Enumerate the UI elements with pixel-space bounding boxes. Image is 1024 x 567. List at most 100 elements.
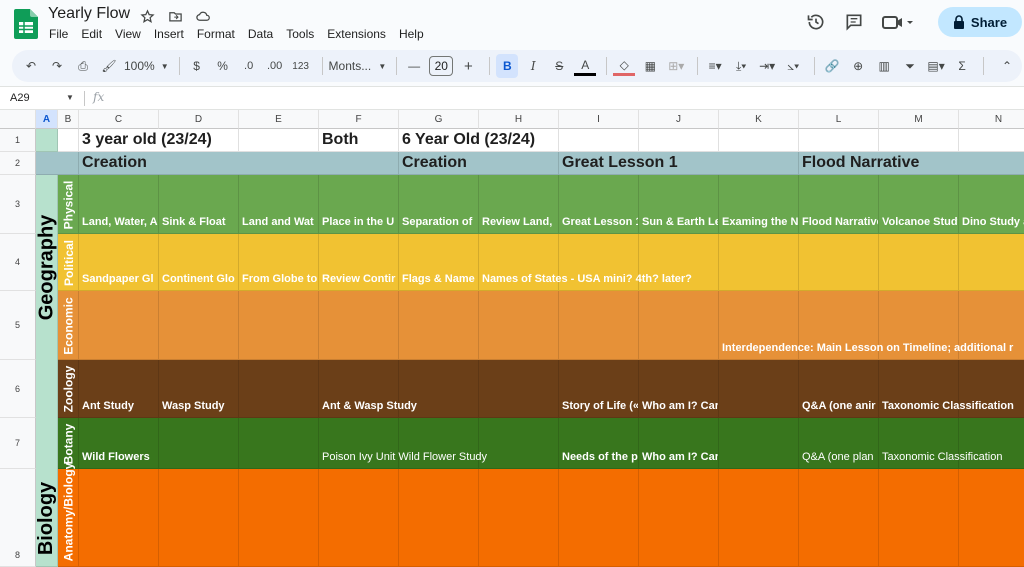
menu-view[interactable]: View [115, 27, 141, 41]
share-button[interactable]: Share [938, 7, 1022, 37]
borders-icon[interactable]: ▦ [639, 54, 661, 78]
increase-font-size-icon[interactable]: + [457, 54, 479, 78]
paint-format-icon[interactable]: 🖌 [98, 54, 120, 78]
cell-k4[interactable] [719, 234, 799, 291]
menu-extensions[interactable]: Extensions [327, 27, 386, 41]
cell-g1[interactable]: 6 Year Old (23/24) [399, 129, 559, 152]
cell-k7[interactable] [719, 418, 799, 469]
sheets-logo-icon[interactable] [14, 9, 38, 39]
cell-i8[interactable] [559, 469, 639, 567]
cell-f6[interactable]: Ant & Wasp Study [319, 360, 417, 418]
cell-j6[interactable]: Who am I? Cards [639, 360, 719, 418]
cell-g3[interactable]: Separation of [399, 175, 479, 234]
cell-h3[interactable]: Review Land, [479, 175, 559, 234]
column-header-h[interactable]: H [479, 110, 559, 129]
text-rotation-icon[interactable]: ⦣▾ [782, 54, 804, 78]
row-header-3[interactable]: 3 [0, 175, 36, 234]
column-header-j[interactable]: J [639, 110, 719, 129]
insert-comment-icon[interactable]: ⊕ [847, 54, 869, 78]
column-header-a[interactable]: A [36, 110, 58, 129]
italic-icon[interactable]: I [522, 54, 544, 78]
menu-insert[interactable]: Insert [154, 27, 184, 41]
column-header-k[interactable]: K [719, 110, 799, 129]
history-icon[interactable] [804, 11, 828, 33]
text-wrapping-icon[interactable]: ⇥▾ [756, 54, 778, 78]
star-icon[interactable] [138, 7, 156, 25]
column-header-g[interactable]: G [399, 110, 479, 129]
filter-icon[interactable]: ⏷ [899, 54, 921, 78]
decrease-decimal-button[interactable]: .0 [238, 54, 260, 78]
cell-h5[interactable] [479, 291, 559, 360]
cell-b1[interactable] [58, 129, 79, 152]
increase-decimal-button[interactable]: .00 [264, 54, 286, 78]
filter-views-icon[interactable]: ▤▾ [925, 54, 947, 78]
cell-e8[interactable] [239, 469, 319, 567]
cell-m7[interactable]: Taxonomic Classification [879, 418, 1002, 469]
cell-j1[interactable] [639, 129, 719, 152]
column-header-b[interactable]: B [58, 110, 79, 129]
merge-cells-icon[interactable]: ⊞▾ [665, 54, 687, 78]
cell-j8[interactable] [639, 469, 719, 567]
cell-c5[interactable] [79, 291, 159, 360]
more-formats-button[interactable]: 123 [290, 54, 312, 78]
column-header-m[interactable]: M [879, 110, 959, 129]
cell-c1[interactable]: 3 year old (23/24) [79, 129, 239, 152]
percent-format-button[interactable]: % [212, 54, 234, 78]
comment-icon[interactable] [842, 11, 866, 33]
row-header-5[interactable]: 5 [0, 291, 36, 360]
cell-a2[interactable] [36, 152, 79, 175]
cell-c4[interactable]: Sandpaper Gl [79, 234, 159, 291]
move-folder-icon[interactable] [166, 7, 184, 25]
cell-c6[interactable]: Ant Study [79, 360, 159, 418]
cell-k8[interactable] [719, 469, 799, 567]
cell-d4[interactable]: Continent Glo [159, 234, 239, 291]
undo-icon[interactable]: ↶ [20, 54, 42, 78]
cell-i1[interactable] [559, 129, 639, 152]
column-header-c[interactable]: C [79, 110, 159, 129]
row-header-8[interactable]: 8 [0, 469, 36, 567]
cell-d8[interactable] [159, 469, 239, 567]
menu-edit[interactable]: Edit [81, 27, 102, 41]
column-header-l[interactable]: L [799, 110, 879, 129]
cell-a1[interactable] [36, 129, 58, 152]
cell-l8[interactable] [799, 469, 879, 567]
row-header-2[interactable]: 2 [0, 152, 36, 175]
cell-n4[interactable] [959, 234, 1024, 291]
cell-i7[interactable]: Needs of the p [559, 418, 639, 469]
menu-format[interactable]: Format [197, 27, 235, 41]
cell-e6[interactable] [239, 360, 319, 418]
column-header-f[interactable]: F [319, 110, 399, 129]
cell-n3[interactable]: Dino Study ar [959, 175, 1024, 234]
cell-d7[interactable] [159, 418, 239, 469]
cell-l3[interactable]: Flood Narrative [799, 175, 879, 234]
column-header-n[interactable]: N [959, 110, 1024, 129]
column-header-d[interactable]: D [159, 110, 239, 129]
cell-i6[interactable]: Story of Life (« [559, 360, 639, 418]
cell-i5[interactable] [559, 291, 639, 360]
cell-m3[interactable]: Volcanoe Study [879, 175, 959, 234]
insert-link-icon[interactable]: 🔗 [821, 54, 843, 78]
name-box[interactable]: A29 [10, 92, 30, 104]
sheet-grid[interactable]: A B C D E F G H I J K L M N 1 2 3 4 5 6 … [0, 110, 1024, 567]
cell-h6[interactable] [479, 360, 559, 418]
menu-tools[interactable]: Tools [286, 27, 314, 41]
cell-j5[interactable] [639, 291, 719, 360]
cell-i3[interactable]: Great Lesson 1 [559, 175, 639, 234]
cell-l4[interactable] [799, 234, 879, 291]
cell-h8[interactable] [479, 469, 559, 567]
cell-j7[interactable]: Who am I? Cards [639, 418, 719, 469]
cell-l6[interactable]: Q&A (one anir [799, 360, 879, 418]
insert-chart-icon[interactable]: ▥ [873, 54, 895, 78]
cell-k3[interactable]: Examing the Na [719, 175, 799, 234]
cloud-status-icon[interactable] [194, 7, 212, 25]
cell-k5[interactable]: Interdependence: Main Lesson on Timeline… [719, 291, 1013, 360]
cell-d6[interactable]: Wasp Study [159, 360, 239, 418]
cell-d5[interactable] [159, 291, 239, 360]
document-title[interactable]: Yearly Flow [48, 5, 130, 23]
bold-icon[interactable]: B [496, 54, 519, 78]
cell-c8[interactable] [79, 469, 159, 567]
row-header-7[interactable]: 7 [0, 418, 36, 469]
cell-g4[interactable]: Flags & Name [399, 234, 479, 291]
cell-m8[interactable] [879, 469, 959, 567]
functions-icon[interactable]: Σ [951, 54, 973, 78]
